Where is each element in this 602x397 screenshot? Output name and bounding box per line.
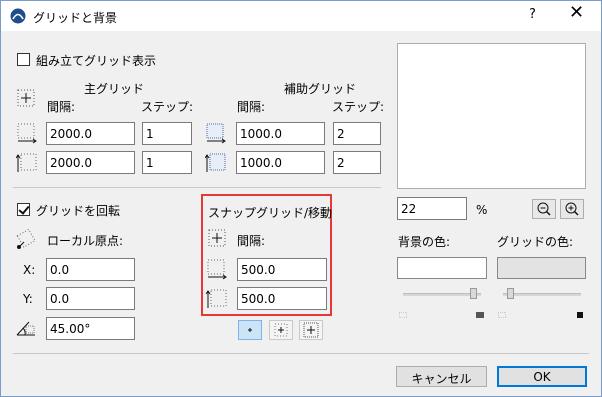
section-divider: [13, 187, 381, 188]
snap-vertical-icon: [206, 289, 227, 308]
grid-color-swatch[interactable]: [497, 257, 586, 279]
snap-spacing-label: 間隔:: [237, 234, 266, 248]
aux-vertical-spacing-icon: [205, 153, 226, 172]
grid-preview: [397, 43, 586, 189]
main-grid-heading: 主グリッド: [84, 82, 145, 96]
grid-color-label: グリッドの色:: [497, 235, 574, 249]
snap-grid-mode-icon: [303, 322, 319, 338]
rotate-grid-label: グリッドを回転: [36, 204, 121, 218]
grid-background-dialog: グリッドと背景 ? ✕ 組み立てグリッド表示 主グリッド 間隔: ステップ: 2…: [0, 0, 602, 397]
origin-y-label: Y:: [23, 292, 33, 306]
help-button[interactable]: ?: [529, 7, 536, 22]
origin-y-input[interactable]: 0.0: [46, 287, 135, 310]
snap-dotted-icon: [274, 323, 288, 337]
grid-origin-icon: [17, 89, 35, 107]
snap-grid-heading: スナップグリッド/移動: [208, 206, 333, 220]
snap-mode-grid-button[interactable]: [299, 320, 323, 340]
grid-color-slider[interactable]: [503, 293, 581, 296]
angle-input[interactable]: 45.00°: [46, 317, 135, 340]
grid-dark-dots-icon: [577, 312, 583, 318]
zoom-out-icon: [537, 202, 551, 216]
aux-x-step-input[interactable]: 2: [333, 122, 381, 145]
local-origin-icon: [16, 228, 36, 249]
main-step-label: ステップ:: [141, 100, 194, 114]
snap-mode-center-button[interactable]: [238, 320, 262, 340]
zoom-unit-label: %: [476, 203, 488, 217]
snap-grid-icon: [208, 229, 226, 247]
construction-grid-checkbox[interactable]: [17, 53, 30, 66]
aux-grid-heading: 補助グリッド: [284, 82, 357, 96]
zoom-input[interactable]: 22: [397, 197, 467, 220]
zoom-in-button[interactable]: [560, 199, 584, 219]
snap-x-input[interactable]: 500.0: [237, 258, 327, 281]
local-origin-label: ローカル原点:: [47, 234, 124, 248]
grid-slider-thumb[interactable]: [507, 288, 514, 299]
snap-mode-dotted-button[interactable]: [269, 320, 293, 340]
background-slider-thumb[interactable]: [470, 288, 477, 299]
light-dots-icon: [399, 312, 407, 318]
background-color-label: 背景の色:: [398, 235, 451, 249]
dark-dots-icon: [476, 312, 484, 318]
aux-y-step-input[interactable]: 2: [333, 151, 381, 174]
rotate-grid-checkbox[interactable]: [17, 203, 30, 216]
aux-spacing-label: 間隔:: [237, 100, 266, 114]
footer-divider: [13, 353, 589, 354]
construction-grid-label: 組み立てグリッド表示: [36, 54, 157, 68]
snap-center-icon: [248, 328, 252, 332]
zoom-in-icon: [565, 202, 579, 216]
aux-x-spacing-input[interactable]: 1000.0: [236, 122, 325, 145]
archicad-logo-icon: [10, 8, 26, 24]
zoom-out-button[interactable]: [532, 199, 556, 219]
vertical-spacing-icon: [16, 153, 37, 172]
title-bar: グリッドと背景 ? ✕: [1, 1, 601, 31]
window-title: グリッドと背景: [33, 11, 118, 25]
angle-icon: [16, 321, 35, 336]
aux-step-label: ステップ:: [332, 100, 385, 114]
aux-y-spacing-input[interactable]: 1000.0: [236, 151, 325, 174]
main-y-spacing-input[interactable]: 2000.0: [46, 151, 135, 174]
background-color-swatch[interactable]: [397, 257, 487, 279]
ok-button[interactable]: OK: [497, 366, 587, 387]
snap-horizontal-icon: [207, 259, 227, 280]
snap-y-input[interactable]: 500.0: [237, 287, 327, 310]
main-x-step-input[interactable]: 1: [142, 122, 192, 145]
origin-x-label: X:: [23, 263, 36, 277]
grid-light-dots-icon: [498, 312, 506, 318]
close-button[interactable]: ✕: [569, 4, 584, 22]
main-y-step-input[interactable]: 1: [142, 151, 192, 174]
main-x-spacing-input[interactable]: 2000.0: [46, 122, 135, 145]
horizontal-spacing-icon: [17, 123, 37, 144]
cancel-button[interactable]: キャンセル: [396, 366, 487, 387]
main-spacing-label: 間隔:: [47, 100, 76, 114]
origin-x-input[interactable]: 0.0: [46, 258, 135, 281]
aux-horizontal-spacing-icon: [206, 123, 226, 144]
